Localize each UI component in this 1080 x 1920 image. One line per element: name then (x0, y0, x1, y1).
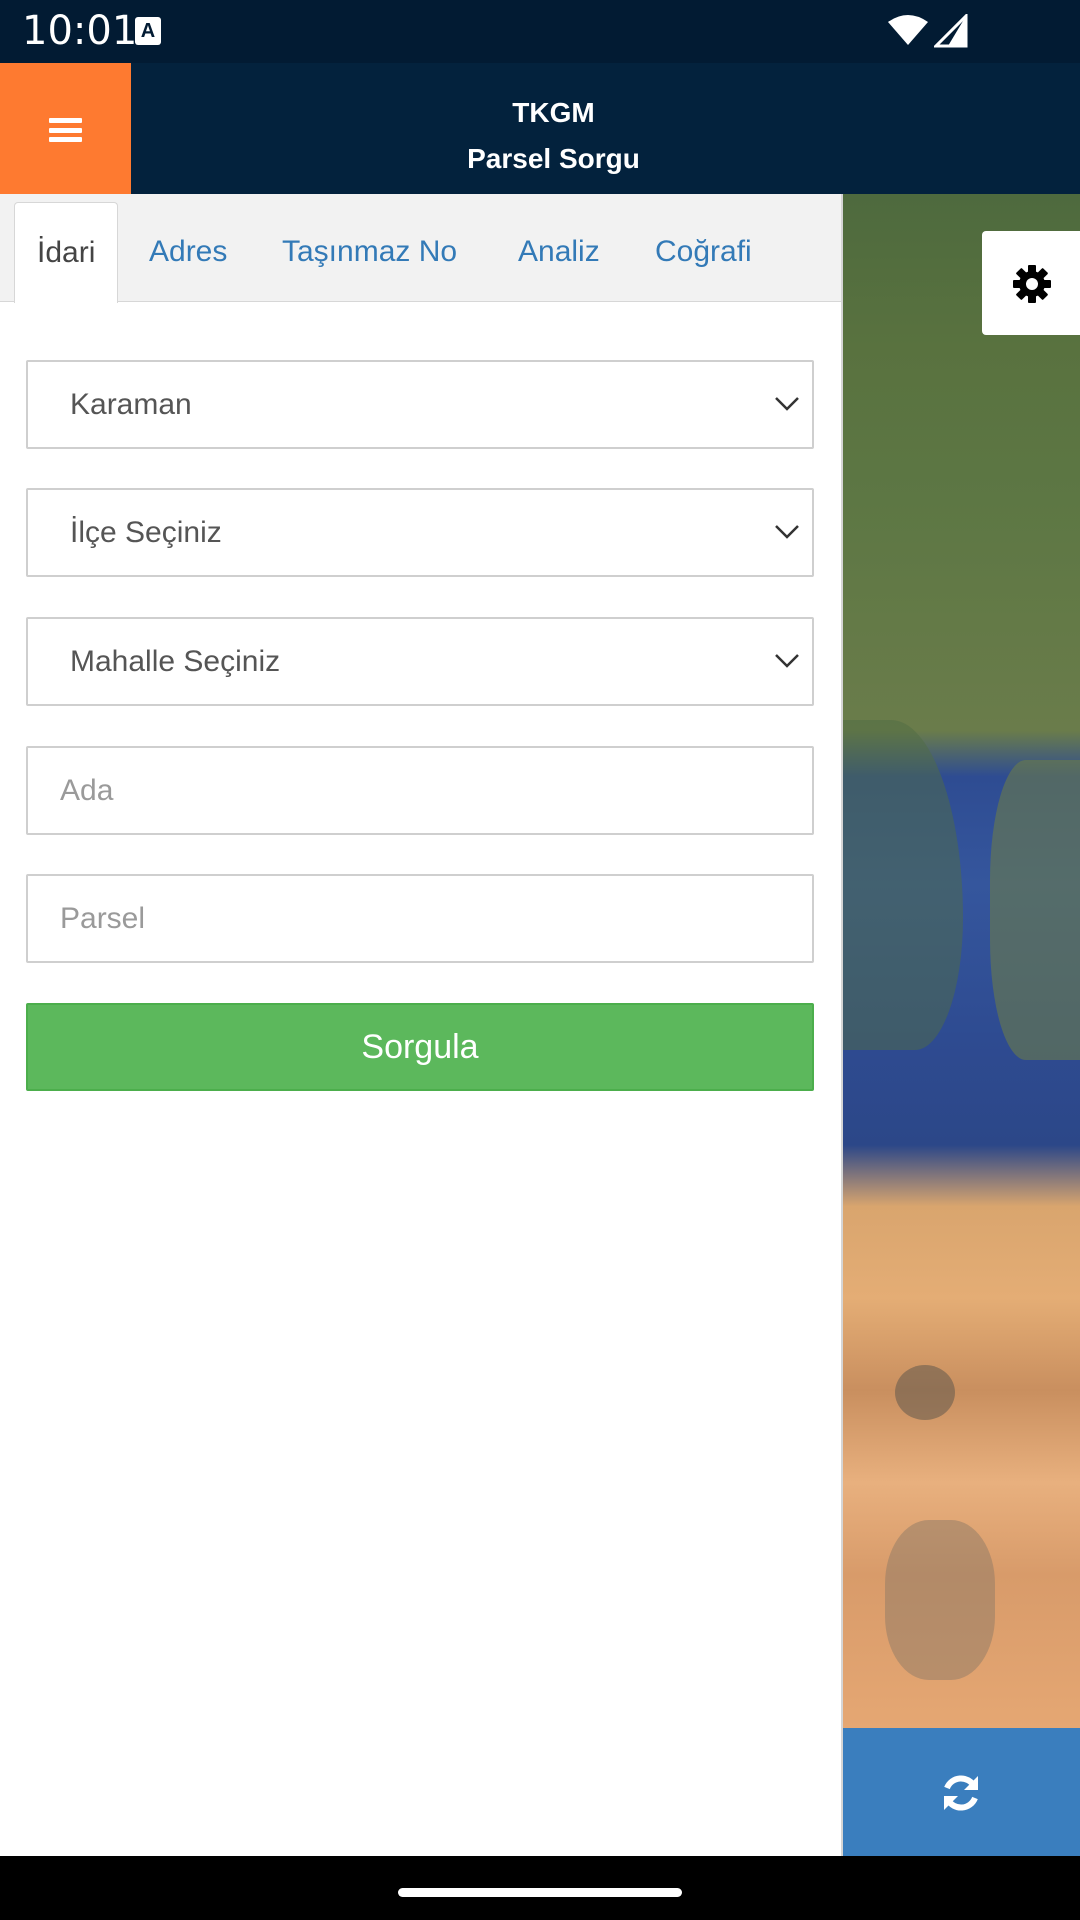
home-gesture-handle[interactable] (398, 1888, 682, 1897)
tab-adres[interactable]: Adres (149, 202, 227, 302)
app-header: TKGM Parsel Sorgu (0, 63, 1080, 194)
parcel-field (26, 874, 814, 963)
cell-signal-icon (934, 14, 968, 48)
district-select[interactable]: İlçe Seçiniz (26, 488, 814, 577)
status-bar: 10:01 A (0, 0, 1080, 63)
wifi-icon (888, 15, 928, 45)
neighborhood-select[interactable]: Mahalle Seçiniz (26, 617, 814, 706)
map-settings-button[interactable] (982, 231, 1080, 335)
tab-idari[interactable]: İdari (14, 202, 119, 303)
status-time: 10:01 (22, 8, 138, 54)
tab-bar: İdari Adres Taşınmaz No Analiz Coğrafi (0, 194, 841, 303)
gear-icon (1013, 265, 1051, 303)
menu-button[interactable] (0, 63, 131, 194)
refresh-icon (944, 1775, 978, 1811)
chevron-down-icon (775, 654, 799, 668)
neighborhood-select-value: Mahalle Seçiniz (70, 645, 281, 678)
chevron-down-icon (775, 397, 799, 411)
system-nav-bar (0, 1856, 1080, 1920)
app-title: TKGM (512, 97, 595, 128)
tab-analiz[interactable]: Analiz (518, 202, 600, 302)
province-select[interactable]: Karaman (26, 360, 814, 449)
tab-cografi[interactable]: Coğrafi (655, 202, 752, 302)
chevron-down-icon (775, 525, 799, 539)
district-select-value: İlçe Seçiniz (70, 516, 222, 549)
parcel-input[interactable] (28, 876, 812, 961)
query-panel: İdari Adres Taşınmaz No Analiz Coğrafi K… (0, 194, 843, 1856)
hamburger-menu-icon (49, 118, 82, 142)
query-submit-button[interactable]: Sorgula (26, 1003, 814, 1091)
a-icon: A (135, 17, 161, 45)
province-select-value: Karaman (70, 388, 192, 421)
tab-tasinmaz-no[interactable]: Taşınmaz No (282, 202, 457, 302)
block-input[interactable] (28, 748, 812, 833)
refresh-button[interactable] (843, 1728, 1080, 1856)
app-subtitle: Parsel Sorgu (467, 143, 640, 174)
block-field (26, 746, 814, 835)
